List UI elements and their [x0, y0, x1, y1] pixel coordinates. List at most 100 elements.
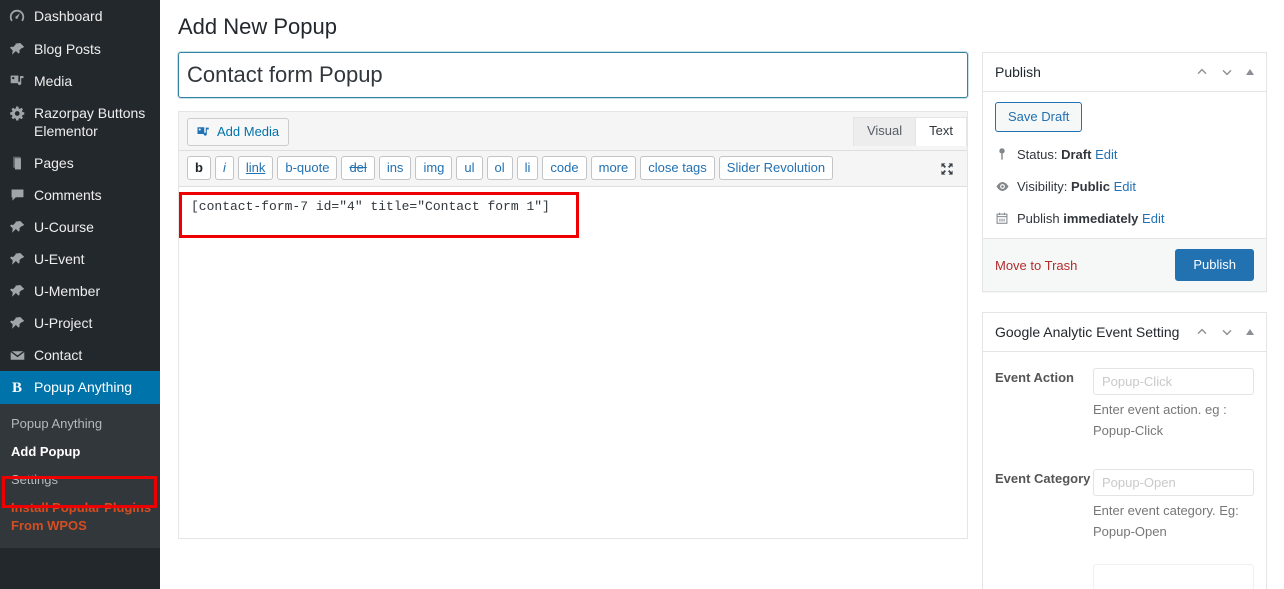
- editor-mode-tabs: Visual Text: [852, 117, 967, 146]
- sidebar-item-label: Blog Posts: [34, 41, 101, 57]
- sidebar-item-label: Media: [34, 73, 73, 89]
- calendar-icon: [995, 210, 1017, 225]
- visibility-label: Visibility:: [1017, 179, 1068, 194]
- event-action-input[interactable]: [1093, 368, 1254, 395]
- publish-metabox-controls: [1194, 64, 1256, 80]
- sidebar-item-dashboard[interactable]: Dashboard: [0, 0, 160, 33]
- sidebar-item-label: U-Event: [34, 251, 85, 267]
- quicktag-ins[interactable]: ins: [378, 156, 412, 180]
- visibility-value: Public: [1070, 179, 1110, 194]
- fullscreen-icon[interactable]: [939, 161, 955, 177]
- editor-columns: Add Media Visual Text b i link b-quote d…: [160, 52, 1284, 589]
- quicktags-toolbar: b i link b-quote del ins img ul ol li co…: [179, 150, 967, 186]
- ga-event-metabox-header: Google Analytic Event Setting: [983, 313, 1266, 352]
- dashboard-icon: [0, 7, 34, 26]
- ga-event-metabox-body: Event Action Enter event action. eg : Po…: [983, 352, 1266, 589]
- sidebar-item-pages[interactable]: Pages: [0, 147, 160, 179]
- quicktag-b-quote[interactable]: b-quote: [277, 156, 338, 180]
- sidebar-item-label: U-Project: [34, 315, 93, 331]
- schedule-value: immediately: [1063, 211, 1139, 226]
- sidebar-item-label: Popup Anything: [34, 379, 133, 395]
- status-edit-link[interactable]: Edit: [1095, 147, 1117, 162]
- submenu-item-popup-anything[interactable]: Popup Anything: [0, 410, 160, 438]
- event-category-input[interactable]: [1093, 469, 1254, 496]
- sidebar-item-u-project[interactable]: U-Project: [0, 307, 160, 339]
- publish-metabox-body: Save Draft Status: Draft Edit Visibility…: [983, 92, 1266, 238]
- save-draft-button[interactable]: Save Draft: [995, 102, 1083, 132]
- quicktag-del[interactable]: del: [341, 156, 375, 180]
- publish-button[interactable]: Publish: [1175, 249, 1254, 281]
- add-media-label: Add Media: [217, 124, 280, 139]
- post-title-input[interactable]: [178, 52, 968, 98]
- chevron-up-icon[interactable]: [1194, 64, 1210, 80]
- submenu-item-add-popup[interactable]: Add Popup: [0, 438, 160, 466]
- quicktag-ol[interactable]: ol: [486, 156, 513, 180]
- event-category-field: Event Category Enter event category. Eg:…: [995, 447, 1254, 548]
- pages-icon: [0, 154, 34, 172]
- sidebar-item-label: Dashboard: [34, 8, 103, 24]
- schedule-edit-link[interactable]: Edit: [1142, 211, 1164, 226]
- quicktag-code[interactable]: code: [542, 156, 587, 180]
- sidebar-item-u-course[interactable]: U-Course: [0, 211, 160, 243]
- move-to-trash-link[interactable]: Move to Trash: [995, 258, 1077, 273]
- tab-visual[interactable]: Visual: [852, 117, 917, 146]
- wordpress-admin-screen: Dashboard Blog Posts Media Razorpay Butt…: [0, 0, 1284, 589]
- event-action-label: Event Action: [995, 370, 1074, 385]
- pin-icon: [0, 250, 34, 268]
- schedule-label: Publish: [1017, 211, 1060, 226]
- sidebar-item-comments[interactable]: Comments: [0, 179, 160, 211]
- schedule-text: Publish immediately Edit: [1017, 210, 1164, 228]
- publish-metabox-header: Publish: [983, 53, 1266, 92]
- editor-text-area[interactable]: [contact-form-7 id="4" title="Contact fo…: [179, 186, 967, 538]
- envelope-icon: [0, 346, 34, 364]
- primary-column: Add Media Visual Text b i link b-quote d…: [178, 52, 968, 589]
- ga-event-metabox-controls: [1194, 324, 1256, 340]
- event-label-input-partial[interactable]: [1093, 564, 1254, 589]
- add-media-icon: [196, 125, 211, 140]
- quicktag-more[interactable]: more: [590, 156, 637, 180]
- sidebar-item-razorpay-buttons-elementor[interactable]: Razorpay Buttons Elementor: [0, 97, 160, 147]
- visibility-edit-link[interactable]: Edit: [1114, 179, 1136, 194]
- sidebar-item-popup-anything[interactable]: B Popup Anything: [0, 371, 160, 404]
- sidebar-meta-column: Publish Save Draft Status: Draft Edit Vi…: [982, 52, 1267, 589]
- tab-text[interactable]: Text: [915, 117, 967, 146]
- quicktag-i[interactable]: i: [214, 156, 234, 180]
- quicktag-img[interactable]: img: [415, 156, 453, 180]
- status-row: Status: Draft Edit: [995, 146, 1254, 164]
- chevron-down-icon[interactable]: [1219, 324, 1235, 340]
- publish-metabox-footer: Move to Trash Publish: [983, 238, 1266, 291]
- sidebar-item-contact[interactable]: Contact: [0, 339, 160, 371]
- quicktag-slider-revolution[interactable]: Slider Revolution: [718, 156, 834, 180]
- sidebar-item-media[interactable]: Media: [0, 65, 160, 97]
- submenu-item-install-popular-plugins[interactable]: Install Popular Plugins From WPOS: [0, 494, 160, 540]
- sidebar-item-blog-posts[interactable]: Blog Posts: [0, 33, 160, 65]
- status-label: Status:: [1017, 147, 1058, 162]
- comment-icon: [0, 186, 34, 204]
- schedule-row: Publish immediately Edit: [995, 210, 1254, 228]
- sidebar-item-label: Razorpay Buttons Elementor: [34, 105, 146, 139]
- quicktag-link[interactable]: link: [237, 156, 274, 180]
- ga-event-metabox-title: Google Analytic Event Setting: [995, 324, 1180, 340]
- toggle-triangle-icon[interactable]: [1244, 326, 1256, 338]
- publish-metabox-title: Publish: [995, 64, 1041, 80]
- status-text: Status: Draft Edit: [1017, 146, 1117, 164]
- chevron-up-icon[interactable]: [1194, 324, 1210, 340]
- sidebar-item-u-event[interactable]: U-Event: [0, 243, 160, 275]
- submenu-item-settings[interactable]: Settings: [0, 466, 160, 494]
- chevron-down-icon[interactable]: [1219, 64, 1235, 80]
- add-media-button[interactable]: Add Media: [187, 118, 290, 146]
- page-title: Add New Popup: [178, 14, 337, 39]
- quicktag-ul[interactable]: ul: [456, 156, 483, 180]
- quicktag-close-tags[interactable]: close tags: [640, 156, 715, 180]
- pin-icon: [0, 218, 34, 236]
- sidebar-item-u-member[interactable]: U-Member: [0, 275, 160, 307]
- ga-event-metabox: Google Analytic Event Setting Event Acti…: [982, 312, 1267, 589]
- sidebar-item-label: U-Course: [34, 219, 94, 235]
- event-action-control: Enter event action. eg : Popup-Click: [1093, 368, 1254, 441]
- toggle-triangle-icon[interactable]: [1244, 66, 1256, 78]
- quicktag-b[interactable]: b: [187, 156, 211, 180]
- sidebar-item-label: Contact: [34, 347, 83, 363]
- post-editor: Add Media Visual Text b i link b-quote d…: [178, 111, 968, 539]
- quicktag-li[interactable]: li: [516, 156, 539, 180]
- gear-icon: [0, 104, 34, 122]
